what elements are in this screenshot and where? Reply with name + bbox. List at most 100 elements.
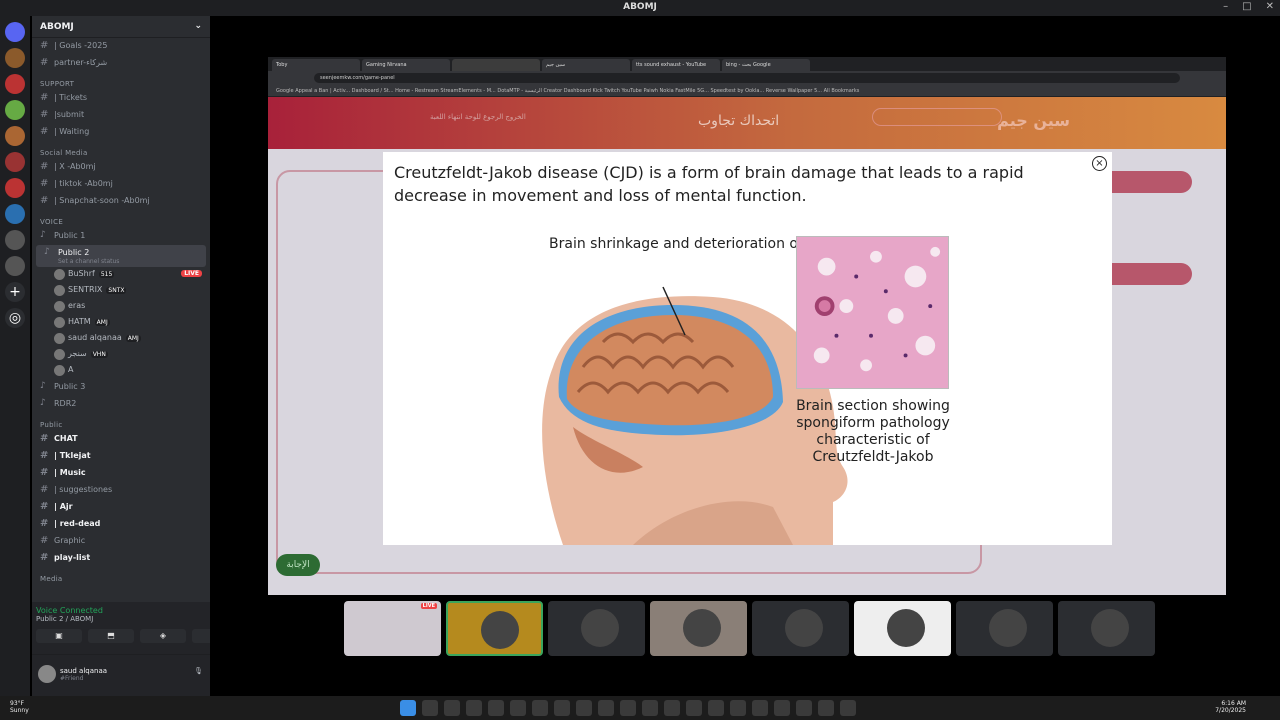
- add-server-icon[interactable]: +: [5, 282, 25, 302]
- browser-tab[interactable]: tts sound exhaust - YouTube: [632, 59, 720, 71]
- browser-tab[interactable]: سين جيم: [542, 59, 630, 71]
- app-icon[interactable]: [708, 700, 724, 716]
- voice-member[interactable]: BuShrf 515 LIVE: [32, 267, 210, 283]
- task-view-icon[interactable]: [444, 700, 460, 716]
- category-voice[interactable]: VOICE: [32, 210, 210, 228]
- channel-snapchat[interactable]: | Snapchat-soon -Ab0mj: [32, 193, 210, 210]
- edge-icon[interactable]: [510, 700, 526, 716]
- xbox-icon[interactable]: [642, 700, 658, 716]
- voice-channel-public-2[interactable]: Public 2Set a channel status: [36, 245, 206, 267]
- participant-thumbnail[interactable]: [1058, 601, 1155, 656]
- chrome-icon[interactable]: [818, 700, 834, 716]
- app-icon[interactable]: [686, 700, 702, 716]
- participant-thumbnail[interactable]: [446, 601, 543, 656]
- category-media[interactable]: Media: [32, 567, 210, 585]
- bookmarks-bar[interactable]: Google Appeal a Ban | Activ... Dashboard…: [268, 85, 1226, 97]
- channel-suggestiones[interactable]: | suggestiones: [32, 482, 210, 499]
- app-icon[interactable]: [554, 700, 570, 716]
- app-icon[interactable]: [466, 700, 482, 716]
- server-icon[interactable]: [5, 152, 25, 172]
- server-icon[interactable]: [5, 48, 25, 68]
- server-icon[interactable]: [5, 204, 25, 224]
- discord-home-icon[interactable]: [5, 22, 25, 42]
- voice-connected-location[interactable]: Public 2 / ABOMJ: [36, 615, 210, 623]
- channel-graphic[interactable]: Graphic: [32, 533, 210, 550]
- voice-channel-public-3[interactable]: Public 3: [32, 379, 210, 396]
- browser-tab[interactable]: Toby: [272, 59, 360, 71]
- voice-member[interactable]: SENTRIX SNTX: [32, 283, 210, 299]
- file-explorer-icon[interactable]: [488, 700, 504, 716]
- close-icon[interactable]: ×: [1092, 156, 1107, 171]
- channel-chat[interactable]: CHAT: [32, 431, 210, 448]
- discover-icon[interactable]: ◎: [5, 308, 25, 328]
- channel-play-list[interactable]: play-list: [32, 550, 210, 567]
- voice-channel-public-1[interactable]: Public 1: [32, 228, 210, 245]
- channel-goals[interactable]: | Goals -2025: [32, 38, 210, 55]
- avatar[interactable]: [38, 665, 56, 683]
- voice-member[interactable]: saud alqanaa AMJ: [32, 331, 210, 347]
- channel-tklejat[interactable]: | Tklejat: [32, 448, 210, 465]
- app-icon[interactable]: [840, 700, 856, 716]
- stream-thumbnail[interactable]: LIVE: [344, 601, 441, 656]
- participant-thumbnail[interactable]: [650, 601, 747, 656]
- category-support[interactable]: SUPPORT: [32, 72, 210, 90]
- channel-status[interactable]: Set a channel status: [58, 258, 198, 265]
- close-button[interactable]: ✕: [1266, 1, 1274, 12]
- participant-thumbnail[interactable]: [956, 601, 1053, 656]
- voice-member[interactable]: eras: [32, 299, 210, 315]
- soundboard-icon[interactable]: ✺: [192, 629, 210, 643]
- answer-button[interactable]: الإجابة: [276, 554, 320, 576]
- maximize-button[interactable]: □: [1242, 1, 1251, 12]
- voice-member[interactable]: سنجر VHN: [32, 347, 210, 363]
- server-icon[interactable]: [5, 126, 25, 146]
- app-icon[interactable]: [532, 700, 548, 716]
- voice-channel-rdr2[interactable]: RDR2: [32, 396, 210, 413]
- camera-off-icon[interactable]: ▣: [36, 629, 82, 643]
- server-icon[interactable]: [5, 178, 25, 198]
- search-icon[interactable]: [422, 700, 438, 716]
- app-icon[interactable]: [730, 700, 746, 716]
- browser-tab[interactable]: [452, 59, 540, 71]
- weather-widget[interactable]: 93°F Sunny: [10, 700, 29, 714]
- whatsapp-icon[interactable]: [576, 700, 592, 716]
- category-social[interactable]: Social Media: [32, 141, 210, 159]
- participant-thumbnail[interactable]: [854, 601, 951, 656]
- server-icon[interactable]: [5, 230, 25, 250]
- voice-member[interactable]: HATM AMJ: [32, 315, 210, 331]
- guild-header[interactable]: ABOMJ ⌄: [32, 16, 210, 38]
- url-field[interactable]: seenjeemkw.com/game-panel: [314, 73, 1180, 83]
- telegram-icon[interactable]: [620, 700, 636, 716]
- app-icon[interactable]: [752, 700, 768, 716]
- channel-tiktok[interactable]: | tiktok -Ab0mj: [32, 176, 210, 193]
- server-icon[interactable]: [5, 74, 25, 94]
- participant-thumbnail[interactable]: [548, 601, 645, 656]
- steam-icon[interactable]: [796, 700, 812, 716]
- participant-thumbnail[interactable]: [752, 601, 849, 656]
- activity-icon[interactable]: ◈: [140, 629, 186, 643]
- start-icon[interactable]: [400, 700, 416, 716]
- screen-share-icon[interactable]: ⬒: [88, 629, 134, 643]
- minimize-button[interactable]: –: [1223, 1, 1228, 12]
- discord-icon[interactable]: [774, 700, 790, 716]
- microphone-icon[interactable]: 🎙: [194, 667, 203, 675]
- server-icon[interactable]: [5, 256, 25, 276]
- channel-music[interactable]: | Music: [32, 465, 210, 482]
- channel-x[interactable]: | X -Ab0mj: [32, 159, 210, 176]
- channel-tickets[interactable]: | Tickets: [32, 90, 210, 107]
- browser-tab[interactable]: bing - بحث Google: [722, 59, 810, 71]
- channel-red-dead[interactable]: | red-dead: [32, 516, 210, 533]
- spotify-icon[interactable]: [598, 700, 614, 716]
- channel-ajr[interactable]: | Ajr: [32, 499, 210, 516]
- system-clock[interactable]: 6:16 AM 7/20/2025: [1215, 700, 1246, 714]
- browser-tab[interactable]: Gaming Nirvana: [362, 59, 450, 71]
- channel-submit[interactable]: |submit: [32, 107, 210, 124]
- voice-member[interactable]: A: [32, 363, 210, 379]
- channel-waiting[interactable]: | Waiting: [32, 124, 210, 141]
- voice-connected-status[interactable]: Voice Connected: [36, 606, 210, 615]
- server-icon[interactable]: [5, 100, 25, 120]
- app-icon[interactable]: [664, 700, 680, 716]
- guild-name: ABOMJ: [40, 22, 74, 32]
- site-nav-links[interactable]: الخروج الرجوع للوحة انتهاء اللعبة: [430, 113, 526, 121]
- category-public[interactable]: Public: [32, 413, 210, 431]
- channel-partner[interactable]: partner-شركاء: [32, 55, 210, 72]
